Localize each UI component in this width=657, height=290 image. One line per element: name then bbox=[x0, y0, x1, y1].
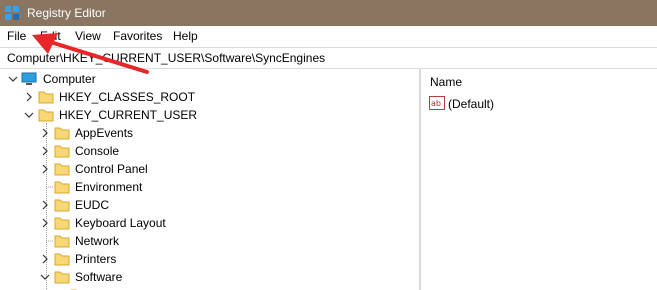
tree-node-label: Environment bbox=[75, 180, 143, 194]
tree-node-appevents[interactable]: AppEvents bbox=[0, 124, 419, 142]
tree-node-label: Computer bbox=[43, 72, 96, 86]
svg-text:ab: ab bbox=[431, 99, 441, 108]
tree-node-label: HKEY_CURRENT_USER bbox=[59, 108, 198, 122]
chevron-right-icon[interactable] bbox=[39, 196, 51, 214]
tree-node-label: Software bbox=[75, 270, 123, 284]
tree-node-partial[interactable] bbox=[0, 286, 419, 290]
column-header-name[interactable]: Name bbox=[430, 75, 462, 89]
tree-node-label: Control Panel bbox=[75, 162, 148, 176]
menu-help[interactable]: Help bbox=[173, 29, 198, 43]
tree-node-control-panel[interactable]: Control Panel bbox=[0, 160, 419, 178]
tree-node-network[interactable]: Network bbox=[0, 232, 419, 250]
tree-node-keyboard-layout[interactable]: Keyboard Layout bbox=[0, 214, 419, 232]
tree-connector-line bbox=[46, 240, 54, 242]
folder-icon bbox=[38, 91, 54, 104]
title-bar: Registry Editor bbox=[0, 0, 657, 26]
tree-node-label: Console bbox=[75, 144, 120, 158]
address-path[interactable]: Computer\HKEY_CURRENT_USER\Software\Sync… bbox=[7, 51, 325, 65]
menu-bar: File Edit View Favorites Help bbox=[0, 26, 657, 46]
computer-icon bbox=[21, 72, 37, 85]
chevron-down-icon[interactable] bbox=[39, 268, 51, 286]
tree-node-software[interactable]: Software bbox=[0, 268, 419, 286]
chevron-right-icon[interactable] bbox=[39, 214, 51, 232]
folder-open-icon bbox=[38, 109, 54, 122]
folder-open-icon bbox=[54, 271, 70, 284]
key-tree-pane[interactable]: Computer HKEY_CLASSES_ROOT HKEY_CURRENT_… bbox=[0, 69, 419, 290]
tree-node-environment[interactable]: Environment bbox=[0, 178, 419, 196]
tree-node-label: Keyboard Layout bbox=[75, 216, 166, 230]
chevron-right-icon[interactable] bbox=[39, 142, 51, 160]
menu-edit[interactable]: Edit bbox=[40, 29, 61, 43]
chevron-right-icon[interactable] bbox=[23, 88, 35, 106]
folder-icon bbox=[54, 199, 70, 212]
address-bar[interactable]: Computer\HKEY_CURRENT_USER\Software\Sync… bbox=[0, 47, 657, 69]
tree-node-hkey-classes-root[interactable]: HKEY_CLASSES_ROOT bbox=[0, 88, 419, 106]
folder-icon bbox=[54, 127, 70, 140]
value-name[interactable]: (Default) bbox=[448, 97, 494, 111]
chevron-down-icon[interactable] bbox=[23, 106, 35, 124]
chevron-right-icon[interactable] bbox=[39, 160, 51, 178]
tree-node-hkey-current-user[interactable]: HKEY_CURRENT_USER bbox=[0, 106, 419, 124]
folder-icon bbox=[54, 181, 70, 194]
menu-file[interactable]: File bbox=[7, 29, 26, 43]
reg-string-icon: ab bbox=[429, 96, 445, 110]
tree-node-label: HKEY_CLASSES_ROOT bbox=[59, 90, 196, 104]
menu-view[interactable]: View bbox=[75, 29, 101, 43]
registry-editor-icon bbox=[5, 6, 19, 20]
tree-connector-line bbox=[46, 186, 54, 188]
chevron-down-icon[interactable] bbox=[7, 70, 19, 88]
menu-favorites[interactable]: Favorites bbox=[113, 29, 162, 43]
tree-node-label: Network bbox=[75, 234, 120, 248]
tree-node-computer[interactable]: Computer bbox=[0, 70, 419, 88]
folder-icon bbox=[54, 145, 70, 158]
chevron-right-icon[interactable] bbox=[39, 124, 51, 142]
folder-icon bbox=[54, 235, 70, 248]
folder-icon bbox=[54, 253, 70, 266]
values-pane[interactable]: Name ab (Default) bbox=[421, 69, 657, 290]
tree-node-label: Printers bbox=[75, 252, 117, 266]
chevron-right-icon[interactable] bbox=[39, 250, 51, 268]
tree-node-label: EUDC bbox=[75, 198, 110, 212]
folder-icon bbox=[54, 163, 70, 176]
folder-icon bbox=[54, 217, 70, 230]
tree-node-eudc[interactable]: EUDC bbox=[0, 196, 419, 214]
tree-node-printers[interactable]: Printers bbox=[0, 250, 419, 268]
tree-node-console[interactable]: Console bbox=[0, 142, 419, 160]
tree-node-label: AppEvents bbox=[75, 126, 134, 140]
window-title: Registry Editor bbox=[27, 6, 106, 20]
